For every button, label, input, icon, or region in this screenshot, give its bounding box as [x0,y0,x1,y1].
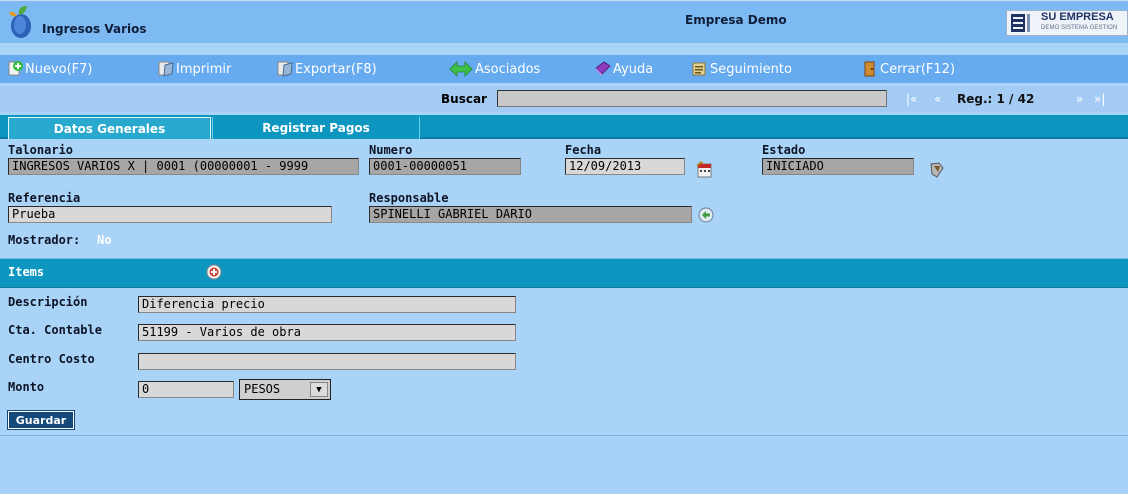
monto-label: Monto [8,380,45,394]
referencia-label: Referencia [8,191,81,205]
search-label: Buscar [441,92,487,106]
title-bar [0,0,1128,43]
centro-costo-field[interactable] [138,353,516,370]
help-label: Ayuda [613,61,654,77]
new-button[interactable]: Nuevo(F7) [6,58,93,80]
user-lookup-icon[interactable] [696,205,716,225]
export-icon [277,61,293,77]
cuenta-field[interactable]: 51199 - Varios de obra [138,324,516,341]
items-title: Items [8,265,45,279]
associates-button[interactable]: Asociados [448,58,540,80]
cuenta-label: Cta. Contable [8,323,102,337]
fecha-field[interactable]: 12/09/2013 [565,158,685,175]
responsable-field[interactable]: SPINELLI GABRIEL DARIO [369,206,692,223]
chevron-down-icon: ▼ [310,382,328,397]
estado-field[interactable]: INICIADO [762,158,914,175]
estado-label: Estado [762,143,806,157]
export-label: Exportar(F8) [295,61,377,77]
tracking-icon [692,62,706,76]
prev-record-link[interactable]: « [934,92,941,106]
currency-value: PESOS [244,382,281,396]
save-button[interactable]: Guardar [7,410,75,430]
associates-icon [449,61,473,77]
help-button[interactable]: Ayuda [594,58,653,80]
new-icon [8,61,23,76]
tracking-button[interactable]: Seguimiento [691,58,792,80]
export-button[interactable]: Exportar(F8) [276,58,377,80]
associates-label: Asociados [475,61,541,77]
responsable-label: Responsable [369,191,449,205]
tab-datos-generales[interactable]: Datos Generales [8,117,211,139]
record-counter: Reg.: 1 / 42 [957,92,1035,106]
close-icon [864,61,875,77]
numero-field[interactable]: 0001-00000051 [369,158,521,175]
first-record-link[interactable]: |« [906,92,917,106]
calendar-icon[interactable] [695,160,715,180]
print-button[interactable]: Imprimir [157,58,231,80]
print-label: Imprimir [176,61,232,77]
add-item-icon[interactable] [204,262,224,282]
tracking-label: Seguimiento [710,61,792,77]
new-label: Nuevo(F7) [25,61,93,77]
app-title: Ingresos Varios [42,22,147,36]
print-icon [158,61,174,77]
referencia-field[interactable]: Prueba [8,206,332,223]
app-logo-icon [9,6,31,38]
tab-registrar-pagos[interactable]: Registrar Pagos [212,117,420,139]
monto-field[interactable]: 0 [138,381,234,398]
brand-subtitle: DEMO SISTEMA GESTION [1041,25,1118,31]
close-button[interactable]: Cerrar(F12) [861,58,955,80]
currency-select[interactable]: PESOS ▼ [239,379,331,400]
talonario-field[interactable]: INGRESOS VARIOS X | 0001 (00000001 - 999… [8,158,359,175]
next-record-link[interactable]: » [1076,92,1083,106]
items-section-bar [0,258,1128,288]
mostrador-value: No [97,233,112,247]
ingresos-varios-window: Ingresos Varios Empresa Demo SU EMPRESA … [0,0,1128,494]
fecha-label: Fecha [565,143,602,157]
descripcion-label: Descripción [8,295,88,309]
brand-name: SU EMPRESA [1041,11,1114,23]
last-record-link[interactable]: »| [1094,92,1105,106]
close-label: Cerrar(F12) [880,61,956,77]
status-change-icon[interactable] [927,160,947,180]
talonario-label: Talonario [8,143,74,157]
footer-area [0,436,1128,494]
company-name: Empresa Demo [685,13,787,27]
numero-label: Numero [369,143,413,157]
mostrador-label: Mostrador: [8,233,81,247]
descripcion-field[interactable]: Diferencia precio [138,296,516,313]
brand-logo-icon [1011,14,1030,32]
help-icon [595,61,611,76]
search-input[interactable] [497,90,887,107]
centro-costo-label: Centro Costo [8,352,95,366]
